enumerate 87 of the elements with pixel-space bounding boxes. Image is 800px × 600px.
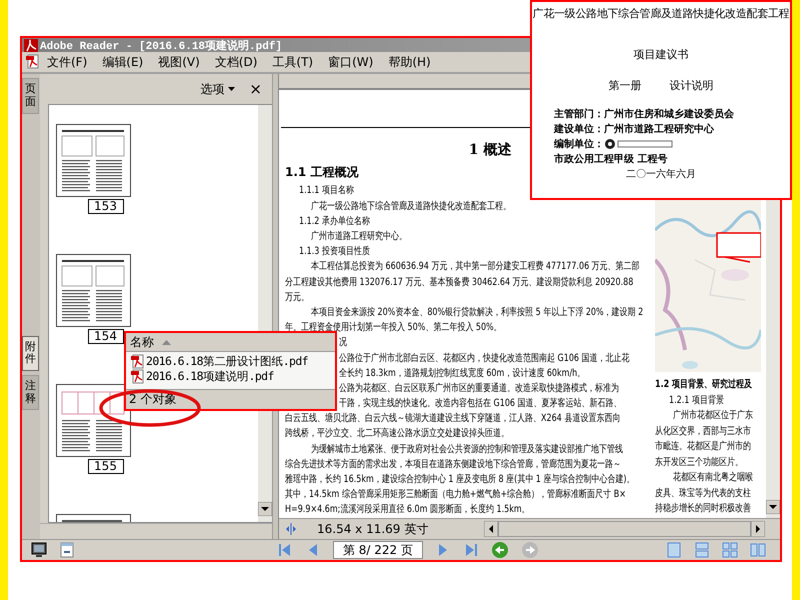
object-count: 2 个对象: [129, 391, 176, 408]
side-tab[interactable]: 注释: [22, 375, 39, 410]
side-tab[interactable]: 附件: [22, 336, 39, 372]
page-number-field[interactable]: 第 8/ 222 页: [333, 541, 423, 560]
page-thumbnail[interactable]: [56, 254, 131, 328]
right-arrow-icon[interactable]: [751, 521, 765, 538]
close-button[interactable]: ×: [249, 80, 262, 98]
section-heading: 1.1 工程概况: [285, 165, 358, 180]
paragraph-line: 公路为花都区、白云区联系广州市区的重要通道。改造采取快捷路模式，标准为: [339, 382, 619, 396]
menu-item[interactable]: 工具(T): [266, 54, 322, 71]
first-page-icon[interactable]: [277, 542, 293, 558]
paragraph-line: 年。工程资金使用计划第一年投入 50%、第二年投入 50%。: [285, 320, 502, 336]
paragraph-line: 为缓解城市土地紧张、便于政府对社会公共资源的控制和管理及落实建设部推广地下管线: [311, 442, 623, 457]
paragraph-line: 况: [339, 336, 347, 350]
facing-continuous-icon[interactable]: [722, 542, 738, 558]
paragraph-line: 跨线桥，平沙立交、北二环高速公路水沥立交处建设掉头匝道。: [285, 426, 509, 442]
paragraph-line: 分工程建设其他费用 132076.17 万元、基本预备费 30462.64 万元、建设期贷款利息 20920.88: [285, 276, 634, 290]
pdf-file-icon: [130, 369, 145, 384]
page-number: 154: [88, 329, 124, 344]
paragraph-line: 综合先进技术等方面的需求出发，本项目在道路东侧建设地下综合管廊，管廊范围为夏花一路～: [285, 458, 621, 472]
paragraph-line: 其中，14.5km 综合管廊采用矩形三舱断面（电力舱+燃气舱+综合舱），管廊标准断面尺寸 B×: [285, 488, 626, 502]
app-icon: [24, 38, 38, 52]
paragraph-line: 市毗连。花都区是广州市的: [655, 440, 751, 454]
paragraph-line: 干路，实现主线的快速化。改造内容包括在 G106 国道、夏茅客运站、新石路、: [339, 396, 622, 412]
paragraph-line: 白云五线、塘贝北路、白云六线～镜湖大道建设主线下穿隧道，江人路、X264 县道设置东西向: [285, 412, 620, 426]
continuous-page-icon[interactable]: [694, 542, 710, 558]
sort-icon: [162, 340, 171, 344]
cover-subtitle: 项目建议书: [634, 47, 688, 62]
cover-detail: 建设单位：广州市道路工程研究中心: [554, 122, 714, 136]
page-size-label: 16.54 x 11.69 英寸: [317, 520, 428, 538]
paragraph-line: 广州市花都区位于广东: [673, 408, 753, 424]
paragraph-line: 广花一级公路地下综合管廊及道路快捷化改造配套工程。: [311, 200, 511, 214]
back-icon[interactable]: [491, 541, 509, 560]
subsection-heading: 1.1.2 承办单位名称: [299, 214, 370, 229]
section-heading: 1 概述: [468, 142, 512, 158]
paragraph-line: 从化区交界，西部与三水市: [655, 424, 751, 439]
menu-item[interactable]: 窗口(W): [322, 54, 382, 71]
single-page-icon[interactable]: [666, 542, 682, 558]
cover-detail: 二〇一六年六月: [626, 168, 696, 181]
menu-item[interactable]: 帮助(H): [382, 54, 440, 71]
window-icon[interactable]: [59, 542, 75, 558]
caret-icon: [228, 87, 236, 92]
paragraph-line: 花都区有南北粤之咽喉: [673, 470, 753, 486]
paragraph-line: 持稳步增长的同时积极改善: [655, 502, 751, 516]
logo-icon: [604, 138, 674, 150]
page-number: 153: [88, 199, 124, 214]
paragraph-line: 东开发区三个功能区片。: [655, 456, 743, 470]
menu-item[interactable]: 编辑(E): [96, 54, 152, 71]
left-arrow-icon[interactable]: [484, 521, 498, 538]
pdf-icon: [25, 54, 41, 71]
file-name[interactable]: 2016.6.18第二册设计图纸.pdf: [146, 354, 308, 369]
paragraph-line: 本项目资金来源按 20%资本金、80%银行贷款解决，利率按照 5 年以上下浮 20%，建设期 2: [311, 306, 644, 320]
paragraph-line: 本工程估算总投资为 660636.94 万元，其中第一部分建安工程费 477177.06 万元、第二部: [311, 260, 640, 274]
facing-page-icon[interactable]: [750, 542, 766, 558]
volume-title: 设计说明: [670, 78, 714, 93]
page-number: 155: [88, 459, 124, 474]
page-thumbnail[interactable]: [56, 124, 131, 198]
column-label: 名称: [130, 334, 154, 350]
options-button[interactable]: 选项: [200, 80, 236, 98]
subsection-heading: 1.2.1 项目背景: [669, 394, 724, 408]
down-arrow-icon[interactable]: [766, 500, 780, 514]
paragraph-line: 皮具、珠宝等为代表的支柱: [655, 486, 751, 501]
cover-detail: 主管部门：广州市住房和城乡建设委员会: [554, 107, 734, 121]
paragraph-line: 雅瑶中路，长约 16.5km，建设综合控制中心 1 座及变电所 8 座(其中 1 座与综合控制中心合建)。: [285, 472, 635, 488]
paragraph-line: 公路位于广州市北部白云区、花都区内，快捷化改造范围南起 G106 国道，北止花: [339, 352, 630, 366]
window-title: Adobe Reader - [2016.6.18项建说明.pdf]: [40, 38, 282, 52]
paragraph-line: 全长约 18.3km，道路规划控制红线宽度 60m，设计速度 60km/h。: [339, 366, 586, 381]
monitor-icon[interactable]: [31, 542, 47, 558]
volume-label: 第一册: [608, 78, 642, 93]
paragraph-line: 万元。: [285, 290, 309, 305]
down-arrow-icon[interactable]: [258, 502, 272, 516]
cover-detail: 市政公用工程甲级 工程号: [554, 152, 668, 166]
cover-title: 广花一级公路地下综合管廊及道路快捷化改造配套工程: [532, 6, 790, 21]
menu-item[interactable]: 文档(D): [208, 54, 266, 71]
section-heading: 1.2 项目背景、研究过程及: [655, 377, 752, 392]
menu-item[interactable]: 文件(F): [41, 54, 96, 71]
column-header[interactable]: 名称: [126, 333, 335, 352]
cover-detail: 编制单位：: [554, 138, 604, 151]
paragraph-line: H=9.9×4.6m;流溪河段采用直径 6.0m 圆形断面，长度约 1.5km。: [285, 502, 530, 518]
subsection-heading: 1.1.1 项目名称: [299, 184, 354, 198]
menu-item[interactable]: 视图(V): [152, 54, 209, 71]
subsection-heading: 1.1.3 投资项目性质: [299, 244, 370, 260]
last-page-icon[interactable]: [463, 542, 479, 558]
page-thumbnail[interactable]: [56, 384, 131, 458]
paragraph-line: 广州市道路工程研究中心。: [311, 230, 407, 244]
side-tab[interactable]: 页面: [22, 78, 39, 114]
file-name[interactable]: 2016.6.18项建说明.pdf: [146, 369, 274, 384]
